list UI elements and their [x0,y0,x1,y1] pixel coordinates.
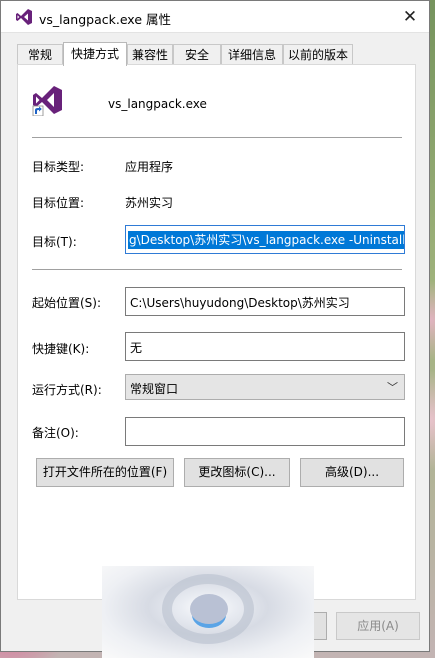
comment-label: 备注(O): [32,426,79,440]
advanced-button[interactable]: 高级(D)... [300,458,404,487]
tab-details[interactable]: 详细信息 [221,44,283,65]
change-icon-button[interactable]: 更改图标(C)... [184,458,290,487]
visual-studio-shortcut-icon [32,86,62,116]
tab-compatibility[interactable]: 兼容性 [127,44,173,65]
target-label: 目标(T): [32,235,77,249]
target-type-label: 目标类型: [32,160,85,174]
loading-swirl-overlay [102,566,314,658]
target-field[interactable]: g\Desktop\苏州实习\vs_langpack.exe -Uninstal… [125,225,405,254]
run-dropdown[interactable]: 常规窗口 ﹀ [125,374,405,400]
hotkey-field[interactable]: 无 [125,332,405,361]
start-in-label: 起始位置(S): [32,296,102,310]
window-title: vs_langpack.exe 属性 [39,12,171,27]
run-label: 运行方式(R): [32,383,102,397]
target-type-value: 应用程序 [125,160,174,174]
start-in-field[interactable]: C:\Users\huyudong\Desktop\苏州实习 [125,287,405,316]
apply-button[interactable]: 应用(A) [336,612,420,640]
properties-dialog: vs_langpack.exe 属性 ✕ 常规 快捷方式 兼容性 安全 详细信息… [0,0,430,652]
hotkey-label: 快捷键(K): [32,342,90,356]
close-icon: ✕ [402,7,418,27]
tab-security[interactable]: 安全 [173,44,221,65]
title-bar[interactable]: vs_langpack.exe 属性 ✕ [1,1,429,33]
comment-field[interactable] [125,417,405,446]
target-location-label: 目标位置: [32,196,85,210]
tab-shortcut[interactable]: 快捷方式 [63,42,127,66]
separator [32,269,402,270]
visual-studio-icon [16,9,32,25]
chevron-down-icon: ﹀ [387,381,398,394]
separator [32,137,402,138]
target-value: g\Desktop\苏州实习\vs_langpack.exe -Uninstal… [128,231,405,249]
shortcut-name: vs_langpack.exe [108,97,207,111]
run-value: 常规窗口 [130,382,179,396]
tab-general[interactable]: 常规 [17,44,63,65]
swirl-core [190,594,228,624]
close-button[interactable]: ✕ [397,4,423,30]
target-location-value: 苏州实习 [125,196,174,210]
shortcut-panel: vs_langpack.exe 目标类型: 应用程序 目标位置: 苏州实习 目标… [17,64,416,600]
open-file-location-button[interactable]: 打开文件所在的位置(F) [36,458,174,487]
tab-previous-versions[interactable]: 以前的版本 [283,44,353,65]
